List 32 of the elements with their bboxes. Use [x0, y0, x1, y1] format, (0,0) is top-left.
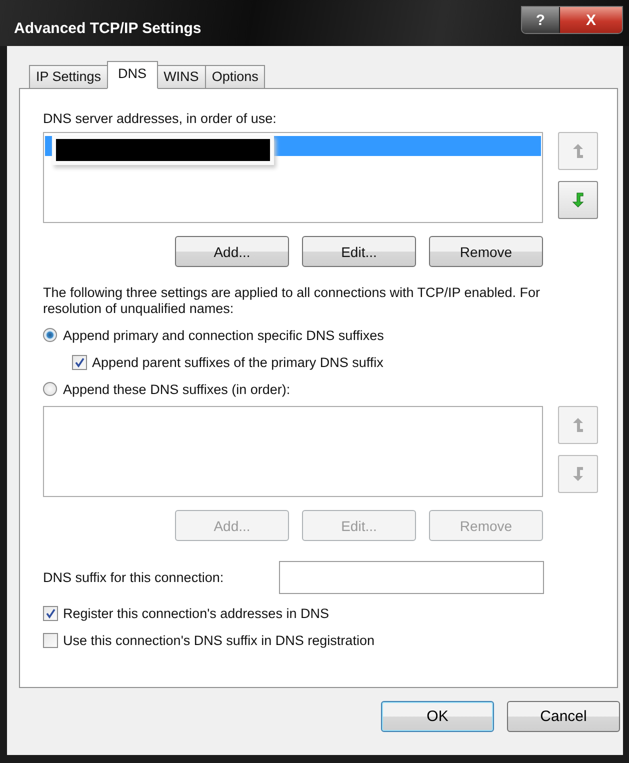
up-arrow-icon: [572, 143, 584, 159]
radio-label: Append primary and connection specific DNS suffixes: [63, 328, 384, 342]
help-button[interactable]: ?: [522, 7, 560, 33]
up-arrow-icon: [572, 417, 584, 433]
tab[interactable]: IP Settings: [29, 65, 108, 88]
ok-button[interactable]: OK: [381, 701, 494, 732]
tab[interactable]: Options: [204, 65, 266, 88]
down-arrow-icon: [572, 192, 584, 208]
down-arrow-icon: [572, 466, 584, 482]
list-label: DNS server addresses, in order of use:: [43, 111, 278, 126]
tab[interactable]: WINS: [156, 65, 206, 88]
tab[interactable]: DNS: [107, 61, 158, 89]
checkbox-label: Append parent suffixes of the primary DNS suffix: [92, 354, 384, 370]
checkbox[interactable]: [43, 632, 58, 648]
cancel-button[interactable]: Cancel: [507, 701, 620, 732]
checkbox[interactable]: [72, 354, 87, 370]
add-button[interactable]: Add...: [175, 236, 289, 267]
checkbox-label: Register this connection's addresses in DNS: [63, 606, 329, 620]
radio-button[interactable]: [43, 382, 57, 396]
move-down-button[interactable]: [558, 181, 598, 219]
checkbox[interactable]: [43, 606, 58, 620]
list-box[interactable]: [43, 132, 543, 223]
description-text: The following three settings are applied to all connections with TCP/IP enabled. For resolution of unqualified names:: [43, 285, 542, 317]
checkbox-label: Use this connection's DNS suffix in DNS registration: [63, 632, 374, 648]
field-label: DNS suffix for this connection:: [43, 570, 225, 585]
remove-button[interactable]: Remove: [429, 236, 543, 267]
edit-button[interactable]: Edit...: [302, 236, 416, 267]
suffix-input-field[interactable]: [279, 561, 544, 594]
radio-button[interactable]: [43, 328, 57, 342]
radio-label: Append these DNS suffixes (in order):: [63, 382, 290, 396]
window-title: Advanced TCP/IP Settings: [14, 20, 202, 37]
close-button[interactable]: X: [560, 7, 622, 33]
